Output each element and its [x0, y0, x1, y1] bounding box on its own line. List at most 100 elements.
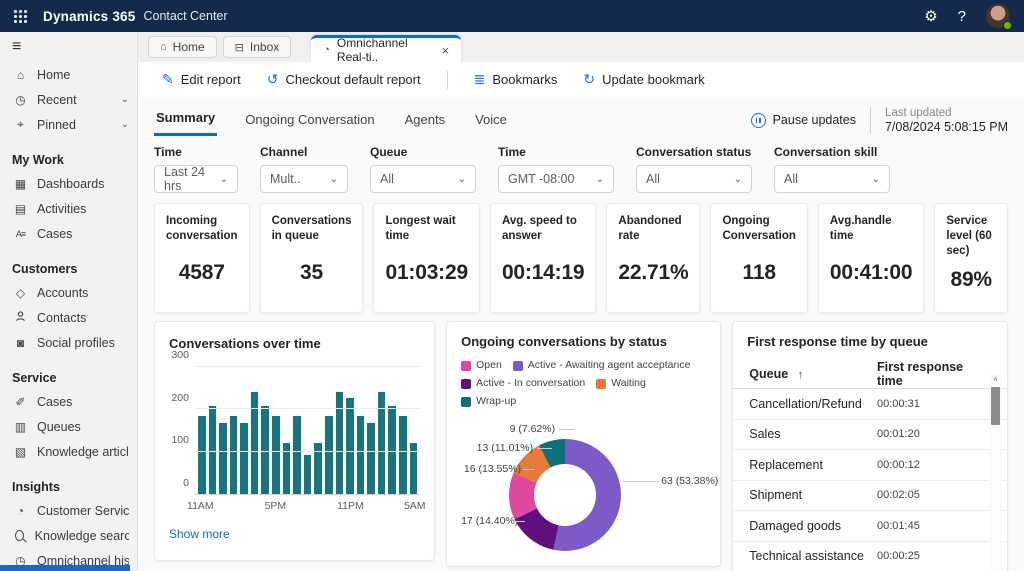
tab-omnichannel-realtime-active[interactable]: ◔ Omnichannel Real-ti.. ×: [311, 35, 462, 64]
table-scrollbar[interactable]: ∧ ∨: [989, 374, 1002, 571]
queue-name-cell: Shipment: [749, 488, 803, 503]
sidebar-item-contacts[interactable]: Contacts: [0, 305, 137, 330]
scrollbar-thumb[interactable]: [991, 387, 1000, 425]
first-response-time-cell: 00:00:25: [877, 550, 920, 563]
home-tab-icon: ⌂: [160, 41, 167, 53]
conversation-skill-dropdown[interactable]: All ⌄: [774, 165, 890, 193]
bar[interactable]: [198, 415, 206, 494]
sidebar-item-home[interactable]: ⌂ Home: [0, 62, 137, 87]
chevron-down-icon[interactable]: ⌄: [121, 119, 129, 130]
first-response-time-cell: 00:01:45: [877, 519, 920, 532]
legend-item[interactable]: Active - In conversation: [461, 376, 585, 391]
bar[interactable]: [356, 415, 365, 494]
scroll-up-icon[interactable]: ∧: [993, 374, 998, 386]
help-icon[interactable]: ?: [958, 8, 966, 25]
legend-item[interactable]: Open: [461, 358, 502, 373]
queue-dropdown[interactable]: All ⌄: [370, 165, 476, 193]
conversation-status-dropdown[interactable]: All ⌄: [636, 165, 752, 193]
visuals-row: Conversations over time 0 100 200 300 11AM 5…: [154, 321, 1008, 571]
pause-updates-button[interactable]: Pause updates: [750, 112, 856, 128]
sidebar-item-cases[interactable]: A≡ Cases: [0, 221, 137, 246]
app-product: Contact Center: [143, 9, 228, 23]
tab-home[interactable]: ⌂ Home: [148, 36, 217, 58]
timezone-dropdown[interactable]: GMT -08:00 ⌄: [498, 165, 614, 193]
social-profile-icon: ◙: [16, 335, 25, 350]
chevron-down-icon: ⌄: [457, 173, 466, 185]
table-row[interactable]: Sales 00:01:20: [733, 420, 1007, 450]
table-row[interactable]: Damaged goods 00:01:45: [733, 511, 1007, 542]
gridline: [195, 408, 421, 410]
bar[interactable]: [398, 415, 407, 494]
bar[interactable]: [219, 423, 227, 494]
column-header-queue[interactable]: Queue ↑: [749, 367, 803, 381]
subtab-ongoing-conversation[interactable]: Ongoing Conversation: [243, 106, 376, 135]
donut-chart-icon: ◔: [16, 503, 25, 518]
sidebar-item-knowledge-articles[interactable]: ▧ Knowledge articles: [0, 439, 137, 464]
sidebar-item-queues[interactable]: ▥ Queues: [0, 414, 137, 439]
bar[interactable]: [229, 415, 238, 494]
subtab-agents[interactable]: Agents: [403, 106, 447, 135]
waffle-icon[interactable]: [14, 9, 27, 23]
update-bookmark-button[interactable]: ↻ Update bookmark: [583, 71, 704, 88]
kpi-incoming-conversation: Incoming conversation 4587: [154, 203, 250, 313]
filter-channel: Channel Mult.. ⌄: [260, 145, 348, 193]
sidebar-item-recent[interactable]: ◷ Recent ⌄: [0, 87, 137, 112]
callout-line: [623, 481, 660, 482]
subtab-summary[interactable]: Summary: [154, 104, 218, 136]
tab-inbox[interactable]: ⊟ Inbox: [222, 36, 292, 58]
bar[interactable]: [293, 415, 301, 494]
edit-report-button[interactable]: ✎ Edit report: [162, 71, 241, 88]
bar[interactable]: [324, 415, 333, 494]
sort-ascending-icon: ↑: [797, 368, 804, 381]
y-tick-label: 100: [171, 434, 189, 447]
checkout-default-report-button[interactable]: ↺ Checkout default report: [267, 71, 421, 88]
donut-hole: [534, 464, 597, 526]
bar[interactable]: [240, 423, 248, 494]
channel-dropdown[interactable]: Mult.. ⌄: [260, 165, 348, 193]
queue-name-cell: Sales: [749, 427, 781, 442]
bar-chart-bars: [195, 367, 420, 494]
report-command-bar: ✎ Edit report ↺ Checkout default report …: [138, 62, 1024, 97]
nav-hamburger-button[interactable]: ≡: [0, 32, 137, 62]
show-more-link[interactable]: Show more: [169, 527, 230, 541]
sidebar-selected-item-partial[interactable]: [0, 565, 130, 571]
time-range-dropdown[interactable]: Last 24 hrs ⌄: [154, 165, 238, 193]
sidebar-item-pinned[interactable]: ⌖ Pinned ⌄: [0, 112, 137, 137]
donut-ring[interactable]: [509, 439, 622, 551]
donut-label-awaiting-acceptance: 63 (53.38%): [661, 475, 719, 487]
sidebar-item-dashboards[interactable]: ▦ Dashboards: [0, 171, 137, 196]
chevron-down-icon: ⌄: [595, 173, 604, 185]
table-row[interactable]: Shipment 00:02:05: [733, 481, 1007, 511]
column-header-first-response-time[interactable]: First response time: [877, 360, 981, 388]
sidebar-item-activities[interactable]: ▤ Activities: [0, 196, 137, 221]
bar[interactable]: [367, 423, 375, 494]
close-icon[interactable]: ×: [442, 43, 450, 58]
legend-item[interactable]: Active - Awaiting agent acceptance: [512, 358, 690, 373]
gridline: [195, 450, 421, 452]
sidebar-item-service-cases[interactable]: ✐ Cases: [0, 389, 137, 414]
kpi-conversations-in-queue: Conversations in queue 35: [259, 203, 364, 313]
sidebar-item-accounts[interactable]: ◇ Accounts: [0, 280, 137, 305]
bar[interactable]: [346, 397, 354, 494]
sidebar-item-social-profiles[interactable]: ◙ Social profiles: [0, 330, 137, 355]
table-row[interactable]: Replacement 00:00:12: [733, 450, 1007, 481]
bar[interactable]: [303, 455, 312, 494]
subtab-voice[interactable]: Voice: [473, 106, 509, 135]
callout-line: [537, 448, 553, 449]
table-row[interactable]: Cancellation/Refund 00:00:31: [733, 389, 1007, 420]
bar[interactable]: [272, 415, 280, 494]
table-row[interactable]: Technical assistance 00:00:25: [733, 542, 1007, 571]
sidebar-item-knowledge-search-analytics[interactable]: Knowledge search an..: [0, 523, 137, 548]
filter-timezone: Time GMT -08:00 ⌄: [498, 145, 614, 193]
filter-conversation-skill: Conversation skill All ⌄: [774, 145, 890, 193]
sidebar-item-customer-service-historical[interactable]: ◔ Customer Service his...: [0, 498, 137, 523]
gridline: [195, 366, 421, 367]
revert-icon: ↺: [266, 71, 279, 87]
refresh-icon: ↻: [583, 71, 596, 87]
legend-item[interactable]: Wrap-up: [461, 394, 516, 409]
legend-item[interactable]: Waiting: [596, 376, 646, 391]
settings-gear-icon[interactable]: ⚙: [924, 7, 937, 25]
chevron-down-icon[interactable]: ⌄: [121, 94, 129, 105]
user-avatar[interactable]: [986, 4, 1012, 30]
bookmarks-button[interactable]: ≣ Bookmarks: [474, 71, 558, 88]
